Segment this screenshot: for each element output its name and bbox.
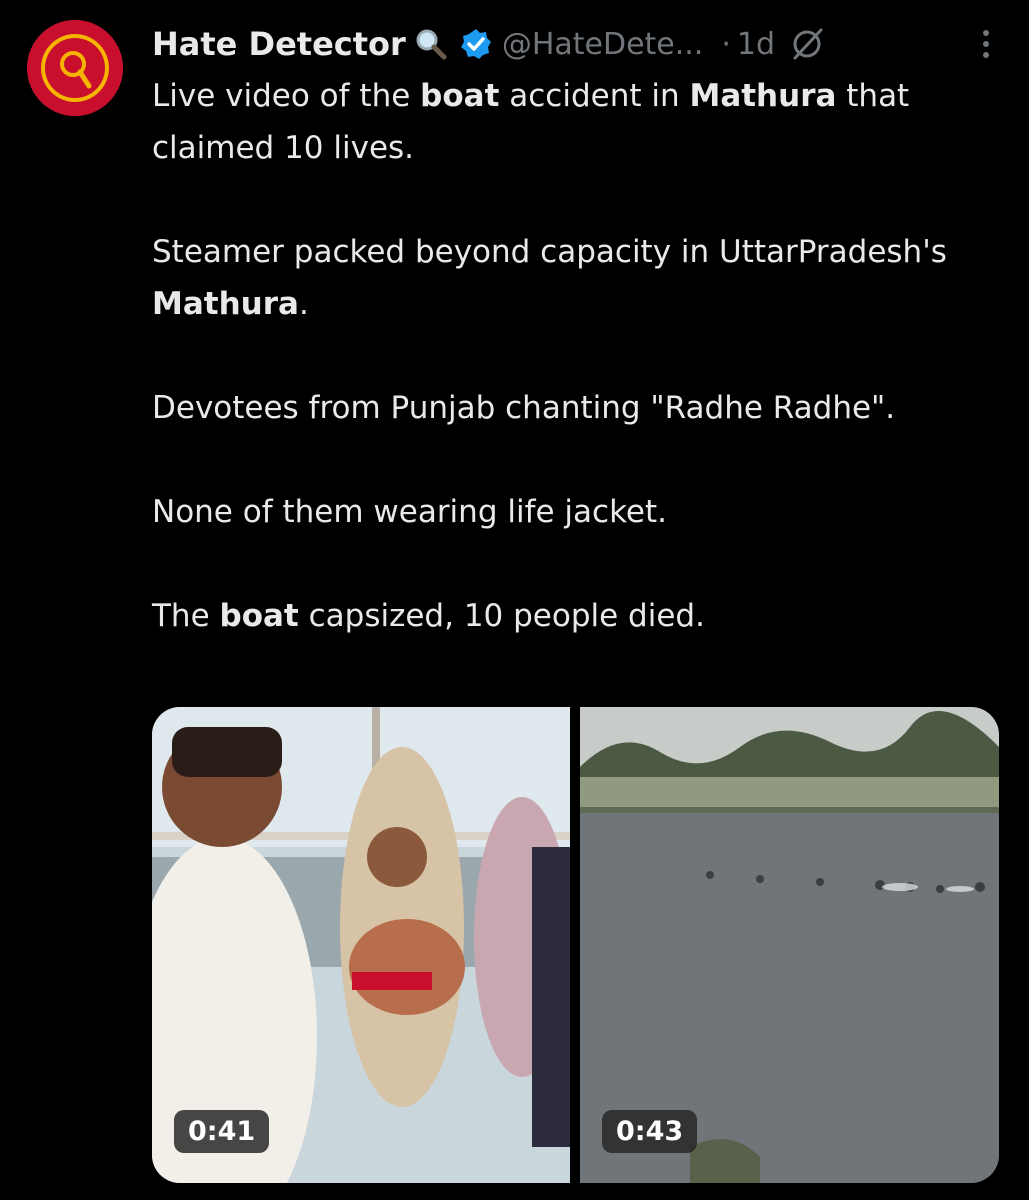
tweet-text-run: Live video of the [152,78,421,114]
video-thumbnail-2[interactable]: 0:43 [580,707,999,1183]
tweet-text-run: capsized, 10 people died. [298,598,705,634]
timestamp[interactable]: 1d [737,27,775,62]
tweet-text-run: The [152,598,220,634]
highlighted-keyword: Mathura [152,286,299,322]
author-handle[interactable]: @HateDete... [502,27,704,62]
tweet-header: Hate Detector @HateDete... · 1d [152,22,1012,66]
magnifying-glass-icon [416,29,447,60]
video-thumbnail-1[interactable]: 0:41 [152,707,570,1183]
separator-dot: · [721,26,731,62]
tweet-paragraph: None of them wearing life jacket. [152,486,952,538]
tweet-paragraph: Devotees from Punjab chanting "Radhe Rad… [152,382,952,434]
tweet-paragraph: The boat capsized, 10 people died. [152,590,952,642]
highlighted-keyword: boat [219,598,299,634]
tweet-text-run: Steamer packed beyond capacity in UttarP… [152,234,947,270]
highlighted-keyword: boat [420,78,500,114]
author-name[interactable]: Hate Detector [152,25,406,63]
video-duration-badge-2: 0:43 [602,1110,698,1153]
video-duration-badge-1: 0:41 [174,1110,270,1153]
avatar-logo [27,20,123,116]
tweet-text-run: None of them wearing life jacket. [152,494,667,530]
tweet-text-run: Devotees from Punjab chanting "Radhe Rad… [152,390,896,426]
tweet-text: Live video of the boat accident in Mathu… [152,70,952,642]
tweet-text-run: accident in [499,78,690,114]
highlighted-keyword: Mathura [689,78,837,114]
avatar[interactable] [27,20,123,116]
tweet-paragraph: Live video of the boat accident in Mathu… [152,70,952,174]
grok-icon[interactable] [789,26,825,62]
tweet-paragraph: Steamer packed beyond capacity in UttarP… [152,226,952,330]
verified-badge-icon [460,29,491,59]
more-options-icon[interactable] [980,28,992,60]
tweet-text-run: . [298,286,309,322]
